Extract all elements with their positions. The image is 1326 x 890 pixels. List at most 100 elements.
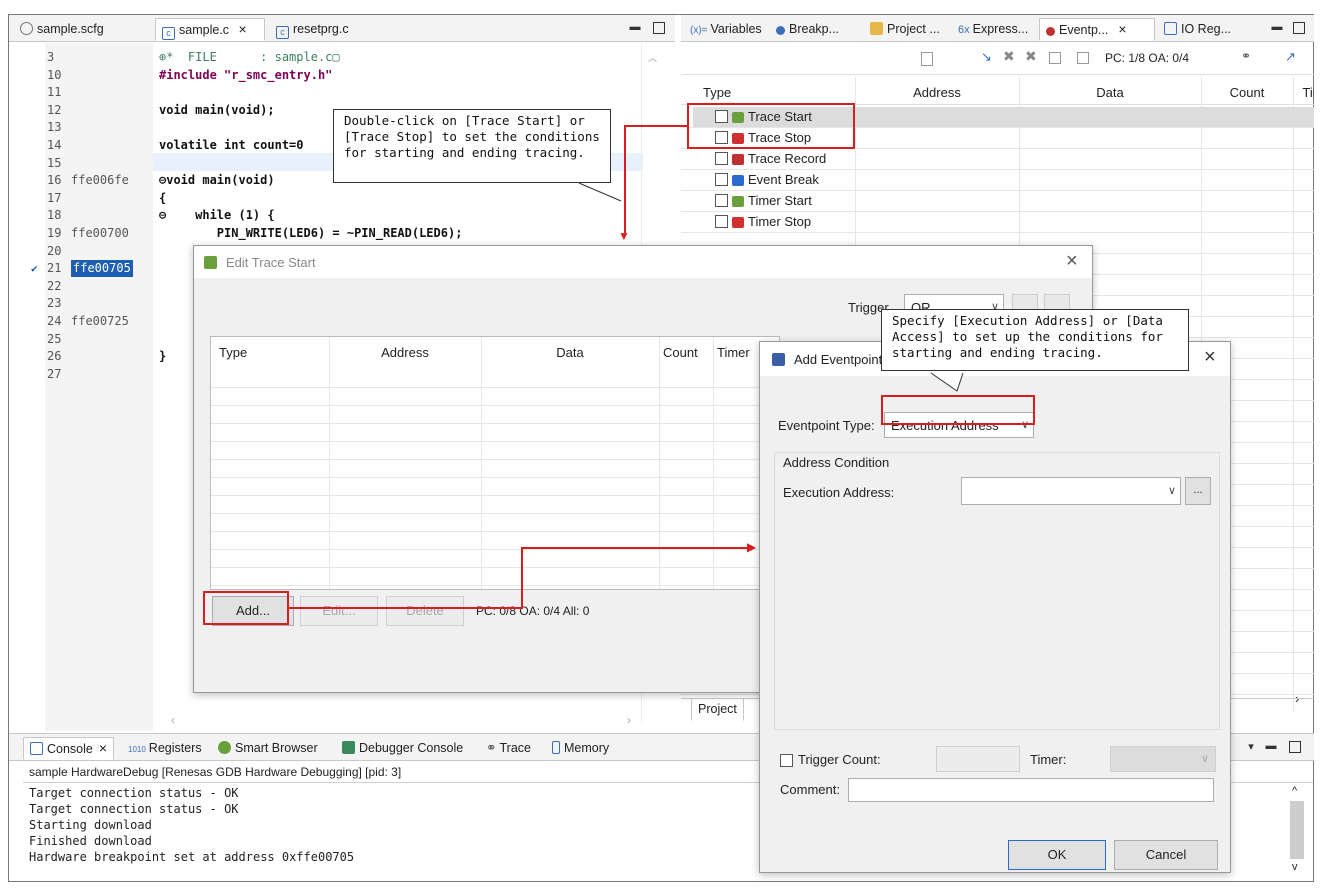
export-icon[interactable]: ↗ (1285, 49, 1296, 65)
tab-sample-scfg[interactable]: sample.scfg (13, 18, 111, 41)
column-divider (659, 337, 660, 589)
view-menu-icon[interactable]: ▾ (1245, 742, 1257, 754)
row-divider (211, 513, 779, 514)
scroll-right-icon[interactable]: › (627, 713, 631, 727)
column-divider (713, 337, 714, 589)
eventpoint-checkbox[interactable] (715, 215, 728, 228)
close-icon[interactable]: × (1204, 346, 1216, 369)
scroll-up-icon[interactable]: ︿ (648, 51, 657, 64)
code-text[interactable]: void main(void); (159, 102, 275, 119)
trigger-count-input[interactable] (936, 746, 1020, 772)
timer-select[interactable]: ∨ (1110, 746, 1216, 772)
tab-console[interactable]: Console × (23, 737, 115, 760)
eventpoint-type-label: Eventpoint Type: (778, 418, 875, 433)
scroll-left-icon[interactable]: ‹ (171, 713, 175, 727)
column-header[interactable]: Count (1201, 85, 1293, 100)
eventpoint-row[interactable]: Timer Start (715, 193, 865, 211)
eventpoint-checkbox[interactable] (715, 194, 728, 207)
browse-button[interactable]: ... (1185, 477, 1211, 505)
close-icon[interactable]: × (1066, 250, 1078, 273)
comment-input[interactable] (848, 778, 1214, 802)
eventpoint-row[interactable]: Event Break (715, 172, 865, 190)
breakpoint-check-icon[interactable]: ✔ (31, 260, 38, 277)
tab-memory[interactable]: Memory (549, 737, 612, 760)
column-header[interactable]: Count (663, 345, 698, 360)
ok-button[interactable]: OK (1008, 840, 1106, 870)
trigger-count-checkbox[interactable] (780, 754, 793, 767)
code-text[interactable]: #include "r_smc_entry.h" (159, 67, 332, 84)
code-text[interactable]: PIN_WRITE(LED6) = ~PIN_READ(LED6); (159, 225, 463, 242)
maximize-icon[interactable] (653, 22, 665, 34)
tab-eventpoints[interactable]: Eventp... × (1039, 18, 1155, 41)
trigger-count-label: Trigger Count: (798, 752, 881, 767)
properties-icon[interactable] (1077, 52, 1089, 64)
column-header[interactable]: Type (219, 345, 247, 360)
row-divider (211, 567, 779, 568)
minimize-icon[interactable]: ▬ (1271, 22, 1283, 34)
eventpoint-row[interactable]: Trace Record (715, 151, 865, 169)
maximize-icon[interactable] (1293, 22, 1305, 34)
tab-breakpoints[interactable]: Breakp... (769, 18, 846, 41)
pin-icon[interactable]: ↘ (981, 49, 992, 65)
line-number: 18 (47, 208, 62, 223)
scroll-up-icon[interactable]: ^ (1292, 785, 1297, 797)
tab-registers[interactable]: 1010 Registers (125, 737, 205, 760)
tab-smart-browser[interactable]: Smart Browser (215, 737, 321, 760)
scroll-down-icon[interactable]: v (1292, 861, 1298, 873)
delete-button[interactable]: Delete (386, 596, 464, 626)
tab-resetprg-c[interactable]: c resetprg.c (269, 18, 356, 41)
console-scrollbar[interactable]: ^ v (1287, 785, 1307, 877)
cancel-button[interactable]: Cancel (1114, 840, 1218, 870)
line-address[interactable]: ffe00725 (71, 313, 129, 330)
editor-hscrollbar[interactable]: ‹ › (153, 713, 643, 729)
tab-project-bottom[interactable]: Project (691, 698, 744, 721)
tab-debugger-console[interactable]: Debugger Console (339, 737, 466, 760)
code-text[interactable]: ⊕* FILE : sample.c▢ (159, 49, 340, 66)
code-text[interactable]: } (159, 348, 166, 365)
tab-trace[interactable]: ⚭ Trace (483, 737, 534, 760)
close-icon[interactable]: × (239, 21, 247, 37)
close-icon[interactable]: × (99, 740, 107, 756)
maximize-icon[interactable] (1289, 741, 1301, 753)
eventpoint-label: Timer Start (748, 193, 812, 208)
tab-variables[interactable]: (x)= Variables (683, 18, 769, 41)
column-header[interactable]: Address (329, 345, 481, 360)
column-header[interactable]: Timer (717, 345, 750, 360)
eventpoint-checkbox[interactable] (715, 173, 728, 186)
execution-address-label: Execution Address: (783, 485, 895, 500)
edit-button[interactable]: Edit... (300, 596, 378, 626)
code-text[interactable]: volatile int count=0 (159, 137, 304, 154)
code-text[interactable]: ⊖void main(void) (159, 172, 275, 189)
column-header[interactable]: Data (481, 345, 659, 360)
line-address[interactable]: ffe00705 (71, 260, 133, 278)
close-icon[interactable]: × (1118, 21, 1126, 37)
link-icon[interactable]: ⚭ (1241, 49, 1251, 63)
column-header[interactable]: Type (703, 85, 731, 100)
tab-expressions[interactable]: 6x Express... (951, 18, 1035, 41)
folder-icon (870, 22, 883, 35)
code-text[interactable]: ⊖ while (1) { (159, 207, 275, 224)
tab-sample-c[interactable]: c sample.c × (155, 18, 265, 41)
code-text[interactable]: { (159, 190, 166, 207)
execution-address-input[interactable]: ∨ (961, 477, 1181, 505)
console-line: Starting download (29, 818, 152, 832)
eventpoint-row[interactable]: Timer Stop (715, 214, 865, 232)
eventpoint-app-icon (772, 353, 785, 366)
minimize-icon[interactable]: ▬ (1265, 741, 1277, 753)
scroll-thumb[interactable] (1290, 801, 1304, 859)
column-header[interactable]: Address (855, 85, 1019, 100)
minimize-icon[interactable]: ▬ (629, 22, 641, 34)
column-header[interactable]: Data (1019, 85, 1201, 100)
editor-tabbar: sample.scfg c sample.c × c resetprg.c ▬ (9, 15, 675, 42)
tab-project[interactable]: Project ... (863, 18, 947, 41)
column-header[interactable]: Tim (1293, 85, 1314, 100)
document-icon[interactable] (921, 52, 933, 66)
remove-all-icon[interactable]: ✖ (1025, 48, 1037, 65)
eventpoint-checkbox[interactable] (715, 152, 728, 165)
remove-icon[interactable]: ✖ (1003, 48, 1015, 65)
line-address[interactable]: ffe006fe (71, 172, 129, 189)
eventpoint-label: Trace Record (748, 151, 827, 166)
save-icon[interactable] (1049, 52, 1061, 64)
line-address[interactable]: ffe00700 (71, 225, 129, 242)
tab-io-registers[interactable]: IO Reg... (1157, 18, 1238, 41)
